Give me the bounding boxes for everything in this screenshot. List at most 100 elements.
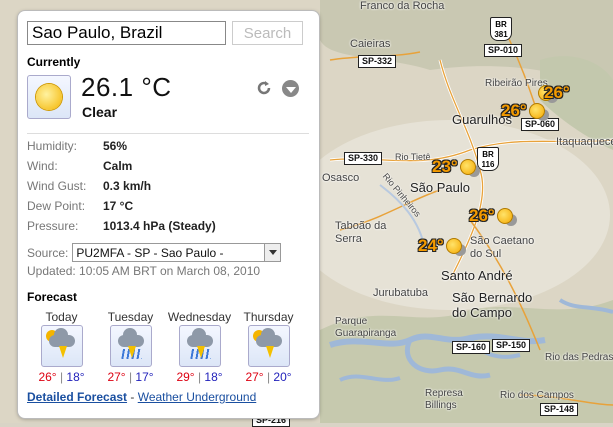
- detail-value: Calm: [103, 159, 133, 173]
- chevron-down-icon[interactable]: [282, 80, 299, 97]
- thunderstorm-rain-icon: [178, 325, 221, 367]
- current-condition: Clear: [82, 104, 118, 120]
- map-temp-value: 26°: [501, 101, 527, 120]
- thunderstorm-icon: [40, 325, 83, 367]
- updated-timestamp: Updated: 10:05 AM BRT on March 08, 2010: [27, 264, 261, 278]
- sun-icon: [528, 103, 545, 119]
- road-sp-332: SP-332: [358, 55, 397, 68]
- detail-value: 56%: [103, 139, 128, 153]
- forecast-day-name: Tuesday: [107, 310, 154, 324]
- detail-row: Dew Point: 17 °C: [27, 196, 216, 216]
- place-taboao: Taboão da Serra: [335, 220, 387, 245]
- place-billings: Represa Billings: [425, 388, 463, 411]
- place-sao-bernardo: São Bernardo do Campo: [452, 290, 533, 320]
- map-temp-marker[interactable]: 26°: [469, 206, 513, 226]
- chevron-down-icon[interactable]: [264, 244, 281, 261]
- detail-label: Pressure:: [27, 219, 79, 233]
- map-temp-value: 26°: [469, 206, 495, 225]
- road-sp-010: SP-010: [484, 44, 523, 57]
- sun-icon: [496, 208, 513, 224]
- forecast-temps: 27° | 20°: [245, 370, 292, 384]
- weather-panel: Search Currently 26.1 °C Clear Humidity:…: [18, 11, 319, 418]
- detail-value: 1013.4 hPa (Steady): [103, 219, 216, 233]
- detail-label: Humidity:: [27, 139, 78, 153]
- sun-icon: [27, 75, 71, 119]
- location-search-input[interactable]: [27, 21, 226, 45]
- detail-row: Wind: Calm: [27, 156, 216, 176]
- detail-value: 0.3 km/h: [103, 179, 152, 193]
- place-rio-dos-campos: Rio dos Campos: [500, 390, 574, 401]
- road-br-116: BR 116: [477, 147, 499, 171]
- place-itaquaquece: Itaquaquece: [556, 136, 613, 148]
- detail-label: Dew Point:: [27, 199, 86, 213]
- place-caieiras: Caieiras: [350, 38, 391, 50]
- forecast-high: 27°: [107, 370, 126, 384]
- refresh-icon[interactable]: [256, 80, 272, 96]
- link-separator: -: [127, 390, 138, 404]
- sun-icon: [445, 238, 462, 254]
- source-label: Source:: [27, 245, 69, 260]
- river-tiete: Rio Tietê: [395, 152, 431, 162]
- map-temp-value: 24°: [418, 236, 444, 255]
- forecast-low: 18°: [66, 370, 85, 384]
- forecast-temps: 26° | 18°: [38, 370, 85, 384]
- place-jurubatuba: Jurubatuba: [373, 287, 429, 299]
- thunderstorm-icon: [247, 325, 290, 367]
- map-temp-marker[interactable]: 26°: [501, 101, 545, 121]
- place-franco-da-rocha: Franco da Rocha: [360, 0, 445, 12]
- current-conditions: 26.1 °C Clear: [27, 72, 309, 127]
- forecast-day-name: Today: [45, 310, 78, 324]
- road-sp-160: SP-160: [452, 341, 491, 354]
- place-santo-andre: Santo André: [441, 268, 513, 283]
- divider: [27, 133, 309, 134]
- map-temp-value: 23°: [432, 157, 458, 176]
- map-temp-marker[interactable]: 23°: [432, 157, 476, 177]
- detailed-forecast-link[interactable]: Detailed Forecast: [27, 390, 127, 404]
- forecast-temps: 27° | 17°: [107, 370, 154, 384]
- detail-label: Wind Gust:: [27, 179, 87, 193]
- forecast-high: 27°: [245, 370, 264, 384]
- sun-icon: [459, 159, 476, 175]
- forecast-low: 18°: [204, 370, 223, 384]
- forecast-title: Forecast: [27, 290, 78, 304]
- detail-row: Pressure: 1013.4 hPa (Steady): [27, 216, 216, 236]
- forecast-day-name: Thursday: [243, 310, 294, 324]
- forecast-high: 29°: [176, 370, 195, 384]
- source-select[interactable]: PU2MFA - SP - Sao Paulo -: [72, 243, 282, 262]
- source-row: Source: PU2MFA - SP - Sao Paulo -: [27, 243, 309, 262]
- map-temp-value: 26°: [544, 83, 570, 102]
- forecast-day[interactable]: Today 26° | 18°: [27, 310, 96, 384]
- forecast-day[interactable]: Wednesday 29° | 18°: [165, 310, 234, 384]
- place-sao-paulo: São Paulo: [410, 180, 470, 195]
- place-sao-caetano: São Caetano do Sul: [470, 235, 535, 260]
- forecast-day[interactable]: Tuesday 27° | 17°: [96, 310, 165, 384]
- map-temp-marker[interactable]: 24°: [418, 236, 462, 256]
- forecast-temps: 29° | 18°: [176, 370, 223, 384]
- search-button[interactable]: Search: [232, 21, 303, 45]
- search-row: Search: [27, 21, 309, 45]
- footer-links: Detailed Forecast - Weather Underground: [27, 390, 309, 404]
- forecast-day[interactable]: Thursday 27° | 20°: [234, 310, 303, 384]
- detail-value: 17 °C: [103, 199, 134, 213]
- place-osasco: Osasco: [322, 172, 360, 184]
- map-temp-marker[interactable]: 26°: [538, 83, 570, 103]
- source-selected-value: PU2MFA - SP - Sao Paulo -: [76, 245, 224, 260]
- forecast-high: 26°: [38, 370, 57, 384]
- forecast-low: 20°: [273, 370, 292, 384]
- detail-label: Wind:: [27, 159, 58, 173]
- road-sp-330: SP-330: [344, 152, 383, 165]
- conditions-table: Humidity: 56% Wind: Calm Wind Gust: 0.3 km/…: [27, 136, 216, 236]
- forecast-day-name: Wednesday: [167, 310, 232, 324]
- road-sp-150: SP-150: [492, 339, 531, 352]
- place-rio-das-pedras: Rio das Pedras: [545, 352, 613, 363]
- weather-underground-link[interactable]: Weather Underground: [138, 390, 257, 404]
- forecast-row: Today 26° | 18° Tuesday 27° | 17° Wednes…: [27, 310, 309, 384]
- place-guarapiranga: Parque Guarapiranga: [335, 316, 397, 339]
- forecast-low: 17°: [135, 370, 154, 384]
- road-br-381: BR 381: [490, 17, 512, 41]
- detail-row: Wind Gust: 0.3 km/h: [27, 176, 216, 196]
- road-sp-148: SP-148: [540, 403, 579, 416]
- currently-title: Currently: [27, 55, 81, 69]
- current-temperature: 26.1 °C: [81, 72, 172, 102]
- detail-row: Humidity: 56%: [27, 136, 216, 156]
